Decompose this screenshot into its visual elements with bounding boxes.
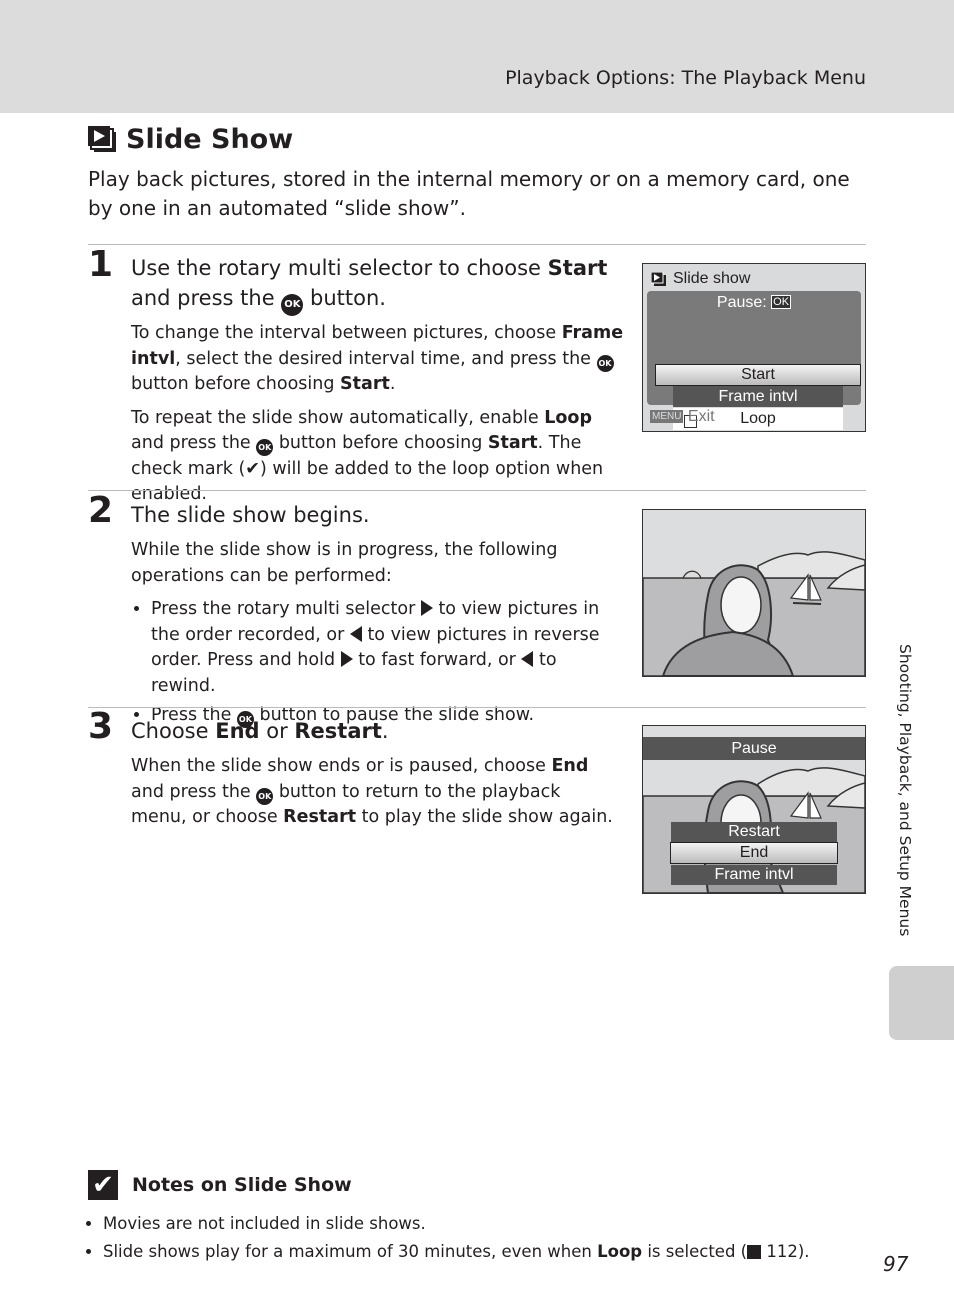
step-body: When the slide show ends or is paused, c…: [131, 754, 621, 839]
text: to play the slide show again.: [356, 807, 613, 827]
text: Use the rotary multi selector to choose: [131, 256, 548, 280]
screen-title: Slide show: [651, 270, 750, 288]
bullet-list: Press the rotary multi selector to view …: [131, 597, 621, 729]
bold-text: Start: [340, 374, 390, 394]
bold-text: Start: [547, 256, 608, 280]
ok-button-icon: OK: [256, 787, 274, 805]
bold-text: End: [551, 756, 589, 776]
menu-panel: Pause: OK Start Frame intvl Loop: [647, 291, 861, 430]
bold-text: Loop: [597, 1242, 643, 1261]
menu-item-end[interactable]: End: [670, 842, 838, 864]
paragraph: While the slide show is in progress, the…: [131, 540, 558, 586]
step-body: While the slide show is in progress, the…: [131, 538, 621, 733]
exit-hint: MENU Exit: [650, 408, 715, 426]
text: to fast forward, or: [352, 650, 522, 670]
section-tab: [889, 966, 954, 1040]
divider: [88, 244, 866, 245]
divider: [88, 490, 866, 491]
text: and press the: [131, 286, 282, 310]
left-arrow-icon: [349, 625, 362, 642]
divider: [88, 707, 866, 708]
text: button before choosing: [273, 433, 488, 453]
menu-item-start[interactable]: Start: [655, 364, 861, 386]
page-number: 97: [883, 1252, 909, 1276]
right-arrow-icon: [420, 600, 433, 616]
text: Slide shows play for a maximum of 30 min…: [103, 1242, 598, 1261]
camera-screen-slide-show-menu: Slide show Pause: OK Start Frame intvl L…: [642, 263, 866, 432]
step-number: 2: [88, 490, 114, 531]
text: Loop: [740, 410, 776, 427]
notes-heading: ✔ Notes on Slide Show: [88, 1170, 352, 1200]
menu-item-restart[interactable]: Restart: [671, 822, 837, 842]
slide-show-icon: [651, 271, 666, 286]
paragraph: To change the interval between pictures,…: [131, 321, 626, 398]
paragraph: To repeat the slide show automatically, …: [131, 406, 626, 508]
notes-title: Notes on Slide Show: [132, 1174, 352, 1196]
text: To repeat the slide show automatically, …: [131, 407, 545, 428]
step-heading: Choose End or Restart.: [131, 716, 621, 746]
text: and press the: [131, 433, 257, 453]
text: and press the: [131, 781, 257, 802]
text: Pause:: [716, 294, 767, 311]
text: .: [389, 374, 396, 394]
bold-text: Restart: [294, 719, 382, 743]
text: .: [381, 719, 389, 743]
intro-text: Play back pictures, stored in the intern…: [88, 167, 850, 220]
step-number: 3: [88, 706, 114, 747]
paragraph: When the slide show ends or is paused, c…: [131, 754, 621, 831]
title-text: Slide Show: [126, 124, 294, 155]
slide-picture-illustration: [643, 510, 865, 676]
text: , select the desired interval time, and …: [175, 348, 597, 369]
screen-title-text: Slide show: [673, 270, 751, 287]
menu-item-frame-intvl[interactable]: Frame intvl: [673, 386, 843, 407]
page-reference-icon: [747, 1245, 762, 1259]
step-body: To change the interval between pictures,…: [131, 321, 626, 516]
step-number: 1: [88, 244, 114, 285]
check-mark-icon: ✔: [88, 1170, 118, 1200]
pause-hint: Pause: OK: [647, 294, 861, 312]
text: To change the interval between pictures,…: [131, 323, 562, 343]
notes-list: Movies are not included in slide shows. …: [88, 1210, 810, 1266]
section-header: Playback Options: The Playback Menu: [505, 67, 866, 89]
text: 112).: [761, 1242, 810, 1261]
list-item: Press the rotary multi selector to view …: [151, 597, 621, 699]
menu-button-icon: MENU: [650, 410, 684, 423]
ok-button-icon: OK: [281, 294, 304, 316]
pause-title-bar: Pause: [643, 737, 865, 760]
left-arrow-icon: [521, 651, 534, 667]
bold-text: Restart: [283, 807, 357, 827]
bold-text: Loop: [544, 407, 592, 428]
text: Press the rotary multi selector: [151, 599, 421, 619]
ok-button-icon: OK: [596, 354, 614, 372]
slide-show-icon: [88, 125, 116, 152]
right-arrow-icon: [340, 651, 353, 667]
ok-icon: OK: [771, 295, 792, 309]
bold-text: Start: [487, 433, 538, 453]
camera-screen-pause-menu: Pause Restart End Frame intvl: [642, 725, 866, 894]
step-heading: Use the rotary multi selector to choose …: [131, 253, 621, 316]
text: or: [259, 719, 295, 743]
list-item: Movies are not included in slide shows.: [103, 1210, 810, 1238]
bold-text: End: [215, 719, 260, 743]
section-tab-label: Shooting, Playback, and Setup Menus: [896, 644, 914, 937]
text: button before choosing: [131, 374, 341, 394]
list-item: Slide shows play for a maximum of 30 min…: [103, 1238, 810, 1266]
step-heading: The slide show begins.: [131, 503, 370, 527]
ok-button-icon: OK: [256, 439, 274, 456]
text: When the slide show ends or is paused, c…: [131, 756, 552, 776]
text: button.: [303, 286, 386, 310]
text: Exit: [687, 408, 715, 425]
camera-screen-slide-show-picture: [642, 509, 866, 677]
menu-item-frame-intvl[interactable]: Frame intvl: [671, 865, 837, 885]
text: Choose: [131, 719, 216, 743]
header-band: [0, 0, 954, 113]
text: is selected (: [642, 1242, 748, 1261]
page-title: Slide Show: [88, 124, 293, 155]
